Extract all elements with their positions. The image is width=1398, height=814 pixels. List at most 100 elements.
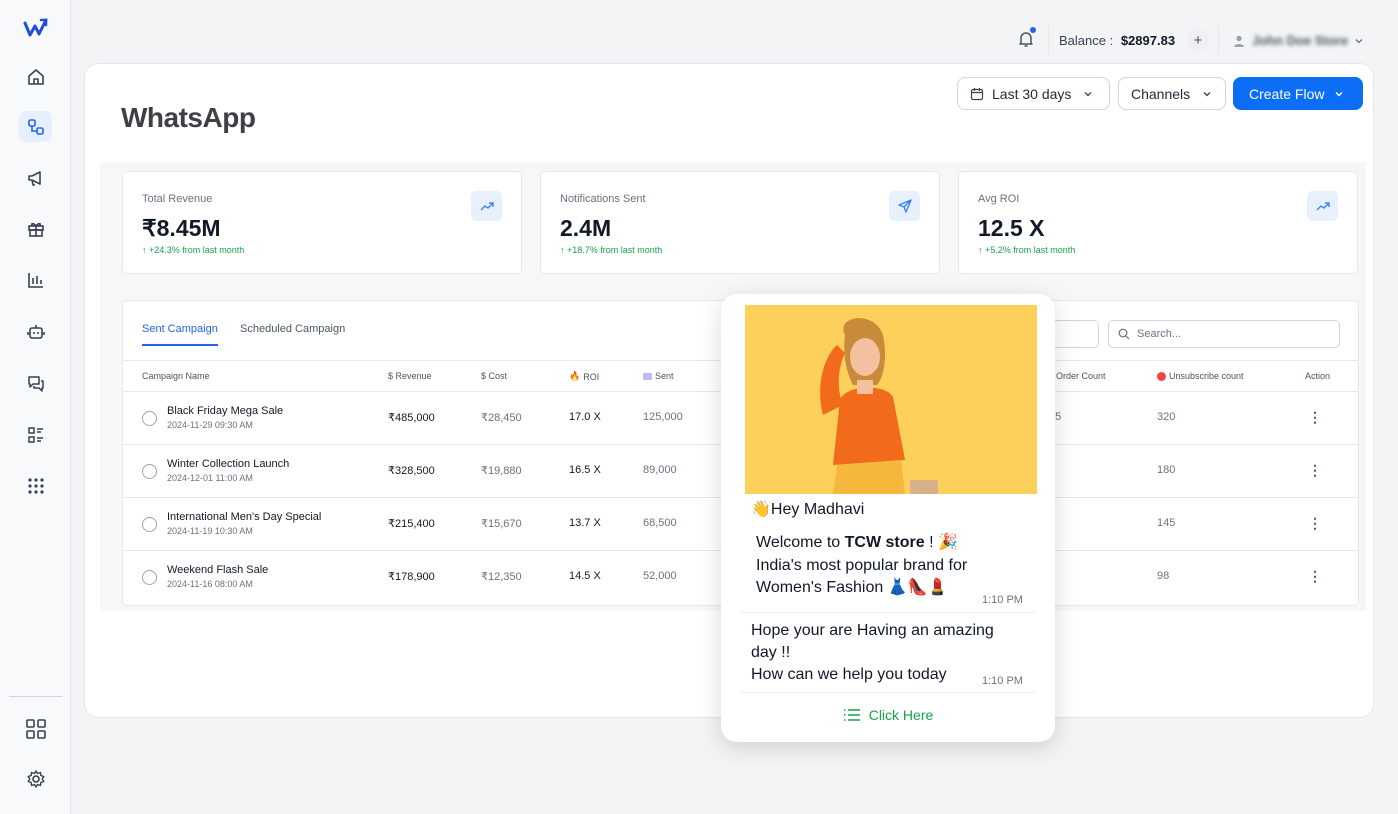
- list-icon: [27, 426, 43, 443]
- search-input[interactable]: Search...: [1108, 320, 1340, 348]
- sidebar-divider: [9, 696, 62, 697]
- nav-conversations[interactable]: [19, 368, 52, 399]
- col-roi-label: ROI: [583, 371, 600, 382]
- date-range-label: Last 30 days: [992, 85, 1072, 102]
- cell-roi: 17.0 X: [569, 411, 601, 423]
- col-cost: $ Cost: [481, 371, 508, 381]
- date-range-select[interactable]: Last 30 days: [957, 77, 1110, 110]
- cell-cost: ₹19,880: [481, 465, 522, 477]
- flow-icon: [27, 118, 44, 135]
- row-select-radio[interactable]: [142, 570, 157, 585]
- message-line: Hope your are Having an amazing day !!: [751, 622, 994, 661]
- nav-lists[interactable]: [19, 419, 52, 450]
- app-logo[interactable]: [17, 12, 55, 44]
- col-sent-label: Sent: [655, 371, 674, 381]
- channels-label: Channels: [1131, 85, 1191, 102]
- row-select-radio[interactable]: [142, 517, 157, 532]
- model-illustration: [745, 305, 1037, 494]
- nav-campaigns[interactable]: [19, 162, 52, 193]
- nav-rewards[interactable]: [19, 213, 52, 244]
- notification-dot: [1030, 27, 1036, 33]
- row-actions-icon[interactable]: ⋮: [1308, 462, 1322, 479]
- gift-icon: [27, 222, 44, 237]
- campaign-name: Winter Collection Launch: [167, 458, 290, 470]
- nav-apps[interactable]: [19, 713, 52, 744]
- calendar-icon: [970, 87, 984, 100]
- cell-sent: 89,000: [643, 464, 677, 476]
- col-action: Action: [1305, 371, 1331, 381]
- greeting-text: 👋Hey Madhavi: [751, 501, 865, 518]
- welcome-suffix: ! 🎉: [924, 534, 958, 551]
- click-here-label: Click Here: [868, 707, 934, 723]
- add-balance-button[interactable]: +: [1188, 30, 1208, 50]
- message-line: India's most popular brand for: [756, 556, 968, 574]
- cell-revenue: ₹485,000: [388, 412, 435, 424]
- stat-change-text: +24.3% from last month: [149, 245, 245, 255]
- home-icon: [27, 68, 44, 85]
- chevron-down-icon: [1084, 91, 1092, 96]
- stat-value: 2.4M: [560, 215, 612, 241]
- followup-message: Hope your are Having an amazing day !! H…: [751, 620, 1021, 686]
- cell-revenue: ₹178,900: [388, 571, 435, 583]
- tab-sent-campaign[interactable]: Sent Campaign: [142, 323, 218, 346]
- message-time: 1:10 PM: [982, 594, 1023, 606]
- logo-icon: [23, 18, 48, 37]
- notifications-button[interactable]: [1016, 27, 1036, 49]
- stat-change-text: +18.7% from last month: [567, 245, 663, 255]
- stat-card-revenue: Total Revenue ₹8.45M ↑ +24.3% from last …: [122, 171, 522, 274]
- nav-home[interactable]: [19, 61, 52, 92]
- row-select-radio[interactable]: [142, 411, 157, 426]
- cell-unsubscribe: 98: [1157, 570, 1170, 582]
- welcome-line: Welcome to TCW store ! 🎉: [756, 532, 1032, 555]
- click-here-button[interactable]: Click Here: [741, 694, 1035, 736]
- nav-analytics[interactable]: [19, 264, 52, 295]
- row-actions-icon[interactable]: ⋮: [1308, 568, 1322, 585]
- campaign-date: 2024-11-19 10:30 AM: [167, 526, 253, 536]
- stat-value: 12.5 X: [978, 215, 1045, 241]
- nav-bots[interactable]: [19, 316, 52, 347]
- channels-select[interactable]: Channels: [1118, 77, 1226, 110]
- row-select-radio[interactable]: [142, 464, 157, 479]
- cell-sent: 125,000: [643, 411, 683, 423]
- nav-more[interactable]: [19, 470, 52, 501]
- row-actions-icon[interactable]: ⋮: [1308, 515, 1322, 532]
- stat-change: ↑ +24.3% from last month: [142, 245, 245, 255]
- chevron-down-icon: [1335, 91, 1343, 96]
- row-actions-icon[interactable]: ⋮: [1308, 409, 1322, 426]
- trending-up-icon: [1307, 191, 1338, 221]
- cell-revenue: ₹215,400: [388, 518, 435, 530]
- campaign-name: International Men's Day Special: [167, 511, 322, 523]
- stat-value: ₹8.45M: [142, 215, 221, 241]
- apps-icon: [25, 718, 46, 739]
- col-unsubscribe: Unsubscribe count: [1157, 371, 1244, 381]
- cell-cost: ₹12,350: [481, 571, 522, 583]
- trending-up-icon: [471, 191, 502, 221]
- message-time: 1:10 PM: [982, 675, 1023, 687]
- message-line: How can we help you today: [751, 666, 947, 683]
- stat-label: Avg ROI: [978, 193, 1020, 205]
- col-sent: Sent: [643, 371, 674, 381]
- cell-unsubscribe: 145: [1157, 517, 1176, 529]
- create-flow-button[interactable]: Create Flow: [1233, 77, 1363, 110]
- campaign-name: Weekend Flash Sale: [167, 564, 269, 576]
- topbar-divider: [1048, 26, 1049, 54]
- message-preview-popup: 👋Hey Madhavi Welcome to TCW store ! 🎉 In…: [721, 294, 1055, 742]
- cell-sent: 52,000: [643, 570, 677, 582]
- sent-icon: [643, 372, 652, 380]
- cell-roi: 13.7 X: [569, 517, 601, 529]
- promo-image: [745, 305, 1037, 494]
- stat-label: Notifications Sent: [560, 193, 646, 205]
- nav-settings[interactable]: [19, 763, 52, 794]
- user-menu[interactable]: John Doe Store: [1232, 33, 1364, 48]
- list-icon: [843, 709, 860, 721]
- chat-icon: [27, 375, 44, 392]
- tab-scheduled-campaign[interactable]: Scheduled Campaign: [240, 323, 345, 344]
- stat-change: ↑ +18.7% from last month: [560, 245, 663, 255]
- cell-sent: 68,500: [643, 517, 677, 529]
- campaign-name: Black Friday Mega Sale: [167, 405, 284, 417]
- nav-flows[interactable]: [19, 111, 52, 142]
- cell-cost: ₹28,450: [481, 412, 522, 424]
- welcome-message: Welcome to TCW store ! 🎉 India's most po…: [756, 532, 1032, 600]
- topbar-divider: [1218, 26, 1219, 54]
- cell-roi: 16.5 X: [569, 464, 601, 476]
